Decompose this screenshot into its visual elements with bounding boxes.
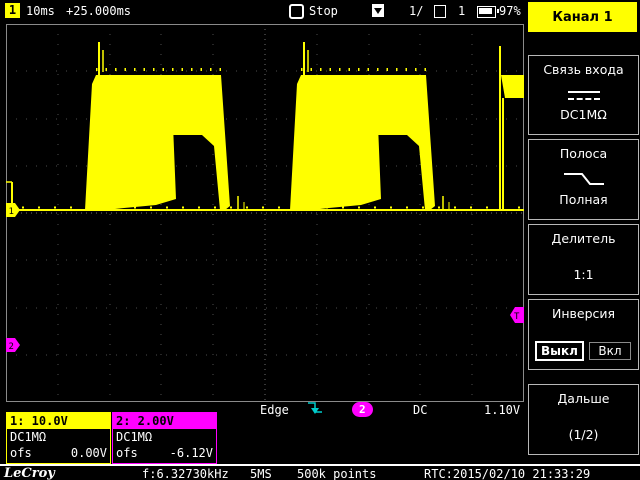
trigger-marker-label: T	[514, 312, 520, 322]
trigger-level: 1.10V	[484, 403, 521, 417]
segment-count: 1	[458, 4, 466, 18]
trigger-coupling: DC	[413, 403, 428, 417]
ch2-scale: 2: 2.00V	[113, 413, 216, 429]
oscilloscope-screen: 1 10ms +25.000ms Stop 1/ 1 97% 1 2 T Кан…	[0, 0, 640, 480]
waveform-svg: 1 2 T	[6, 24, 524, 402]
ch1-scale: 1: 10.0V	[7, 413, 110, 429]
dc-coupling-icon	[567, 91, 600, 100]
menu-item-next-page[interactable]: Дальше (1/2)	[528, 384, 639, 455]
coupling-label: Связь входа	[543, 62, 624, 77]
sample-rate: 5MS	[250, 467, 272, 480]
memory-depth: 500k points	[297, 467, 377, 480]
ch1-marker-label: 1	[9, 207, 14, 217]
battery-percent: 97%	[499, 4, 521, 18]
bandwidth-value: Полная	[559, 192, 608, 207]
real-time-clock: RTC:2015/02/10 21:33:29	[424, 467, 591, 480]
next-page-value: (1/2)	[568, 427, 599, 442]
trigger-delay-readout: +25.000ms	[66, 4, 132, 18]
ch2-coupling: DC1MΩ	[116, 430, 153, 444]
trigger-position-icon	[372, 4, 384, 17]
acquisition-status: Stop	[309, 4, 338, 18]
ch1-coupling: DC1MΩ	[10, 430, 47, 444]
frequency-counter: f:6.32730kHz	[142, 467, 229, 480]
ch1-offset-label: ofs	[10, 446, 32, 460]
next-page-label: Дальше	[557, 391, 610, 406]
bandwidth-label: Полоса	[559, 146, 608, 161]
graticule-axes	[6, 24, 524, 402]
timebase-readout: 10ms	[26, 4, 55, 18]
invert-off-button[interactable]: Выкл	[535, 341, 584, 361]
ch2-offset-label: ofs	[116, 446, 138, 460]
attenuation-value: 1:1	[573, 267, 594, 282]
segment-icon	[434, 5, 446, 18]
ch2-ground-marker[interactable]: 2	[6, 338, 20, 352]
invert-on-button[interactable]: Вкл	[588, 342, 631, 360]
soft-menu: Канал 1 Связь входа DC1MΩ Полоса Полная …	[527, 0, 640, 480]
battery-icon	[477, 6, 499, 18]
menu-item-attenuation[interactable]: Делитель 1:1	[528, 224, 639, 295]
menu-item-bandwidth[interactable]: Полоса Полная	[528, 139, 639, 220]
ch2-offset-value: -6.12V	[169, 446, 213, 460]
trigger-mode: Edge	[260, 403, 289, 417]
ch1-offset-value: 0.00V	[70, 446, 107, 460]
ch1-ground-marker[interactable]: 1	[6, 203, 20, 217]
ch2-offset: ofs -6.12V	[113, 445, 216, 461]
trigger-source-badge: 2	[352, 402, 373, 417]
ch1-offset: ofs 0.00V	[7, 445, 110, 461]
trigger-level-marker[interactable]: T	[510, 307, 524, 323]
brand-logo: LeCroy	[4, 466, 55, 480]
menu-title-channel[interactable]: Канал 1	[528, 2, 637, 32]
acquisition-stop-icon	[289, 4, 304, 19]
top-status-bar: 1 10ms +25.000ms Stop 1/ 1 97%	[0, 0, 527, 22]
menu-item-coupling[interactable]: Связь входа DC1MΩ	[528, 55, 639, 135]
ch2-marker-label: 2	[9, 342, 14, 352]
invert-label: Инверсия	[551, 306, 616, 321]
channel-badge: 1	[5, 3, 20, 18]
waveform-display: 1 2 T	[6, 24, 524, 402]
bandwidth-full-icon	[529, 169, 638, 192]
trigger-slope-icon	[306, 400, 324, 422]
ch2-descriptor[interactable]: 2: 2.00V DC1MΩ ofs -6.12V	[112, 412, 217, 464]
segment-prefix: 1/	[409, 4, 424, 18]
coupling-value: DC1MΩ	[560, 107, 607, 122]
attenuation-label: Делитель	[551, 231, 616, 246]
bottom-status-bar: LeCroy f:6.32730kHz 5MS 500k points RTC:…	[0, 464, 640, 480]
ch1-descriptor[interactable]: 1: 10.0V DC1MΩ ofs 0.00V	[6, 412, 111, 464]
menu-item-invert[interactable]: Инверсия Выкл Вкл	[528, 299, 639, 370]
